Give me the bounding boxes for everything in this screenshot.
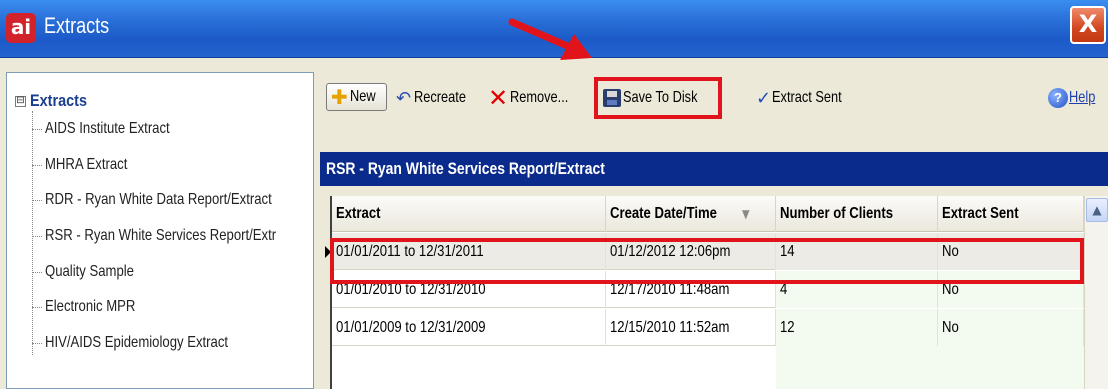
table-row[interactable]: 01/01/2010 to 12/31/2010 12/17/2010 11:4… xyxy=(332,271,1084,308)
table-row[interactable]: 01/01/2009 to 12/31/2009 12/15/2010 11:5… xyxy=(332,309,1084,346)
scroll-up-icon[interactable]: ▲ xyxy=(1086,198,1108,222)
tree-item-aids-institute[interactable]: AIDS Institute Extract xyxy=(32,117,197,141)
save-highlight-box xyxy=(594,77,722,119)
toolbar: ✚ New ↶ Recreate ✕ Remove... Save To Dis… xyxy=(320,72,1108,124)
section-header: RSR - Ryan White Services Report/Extract xyxy=(320,152,1108,186)
table-row[interactable]: 01/01/2011 to 12/31/2011 01/12/2012 12:0… xyxy=(325,233,1084,270)
cell-create-date: 01/12/2012 12:06pm xyxy=(606,233,776,270)
plus-icon: ✚ xyxy=(331,85,348,109)
tree-item-hiv-aids-epidemiology[interactable]: HIV/AIDS Epidemiology Extract xyxy=(32,331,268,355)
cell-clients: 14 xyxy=(776,233,938,270)
tree-item-label: Electronic MPR xyxy=(45,298,136,315)
collapse-icon[interactable]: ⊟ xyxy=(15,95,26,107)
tree-item-rdr[interactable]: RDR - Ryan White Data Report/Extract xyxy=(32,188,322,212)
column-header-extract[interactable]: Extract xyxy=(332,196,606,232)
cell-create-date: 12/15/2010 11:52am xyxy=(606,309,776,346)
window-title: Extracts xyxy=(44,13,110,38)
tree-item-mhra[interactable]: MHRA Extract xyxy=(32,153,145,177)
grid-header: Extract Create Date/Time ▼ Number of Clie… xyxy=(332,196,1084,232)
column-header-number-of-clients[interactable]: Number of Clients xyxy=(776,196,938,232)
tree-item-rsr[interactable]: RSR - Ryan White Services Report/Extr xyxy=(32,224,327,248)
column-header-create-date[interactable]: Create Date/Time ▼ xyxy=(606,196,776,232)
close-button[interactable]: X xyxy=(1070,6,1106,44)
cell-extract-sent: No xyxy=(938,271,1084,308)
tree-root-label[interactable]: Extracts xyxy=(30,91,87,111)
tree-item-label: RSR - Ryan White Services Report/Extr xyxy=(45,227,277,244)
cell-extract-sent: No xyxy=(938,309,1084,346)
extract-tree: ⊟ Extracts AIDS Institute Extract MHRA E… xyxy=(6,72,314,389)
sort-descending-icon: ▼ xyxy=(742,207,751,221)
new-label: New xyxy=(349,88,376,105)
column-header-extract-sent[interactable]: Extract Sent xyxy=(938,196,1084,232)
tree-item-label: Quality Sample xyxy=(45,263,134,280)
tree-item-quality-sample[interactable]: Quality Sample xyxy=(32,260,154,284)
cell-extract: 01/01/2010 to 12/31/2010 xyxy=(332,271,606,308)
new-button[interactable]: ✚ New xyxy=(326,83,387,111)
help-circle-icon: ? xyxy=(1048,88,1068,108)
cell-clients: 4 xyxy=(776,271,938,308)
annotation-arrow xyxy=(508,18,592,60)
extracts-grid: Extract Create Date/Time ▼ Number of Clie… xyxy=(325,196,1108,389)
tree-item-electronic-mpr[interactable]: Electronic MPR xyxy=(32,295,155,319)
extract-sent-button[interactable]: ✓ Extract Sent xyxy=(756,83,859,113)
cell-extract-sent: No xyxy=(938,233,1084,270)
tree-item-label: AIDS Institute Extract xyxy=(45,120,170,137)
undo-arrow-icon: ↶ xyxy=(396,87,412,109)
x-icon: ✕ xyxy=(488,84,509,112)
extract-sent-label: Extract Sent xyxy=(772,89,842,106)
section-title: RSR - Ryan White Services Report/Extract xyxy=(326,159,605,178)
tree-item-label: MHRA Extract xyxy=(45,156,128,173)
remove-button[interactable]: ✕ Remove... xyxy=(488,83,583,113)
tree-root[interactable]: ⊟ Extracts xyxy=(15,91,97,111)
recreate-label: Recreate xyxy=(414,89,467,106)
help-button[interactable]: ? Help xyxy=(1048,83,1102,113)
checkmark-icon: ✓ xyxy=(756,87,772,109)
cell-extract: 01/01/2011 to 12/31/2011 xyxy=(332,233,606,270)
app-logo-icon: ai xyxy=(6,13,36,43)
remove-label: Remove... xyxy=(510,89,569,106)
tree-item-label: HIV/AIDS Epidemiology Extract xyxy=(45,334,229,351)
cell-create-date: 12/17/2010 11:48am xyxy=(606,271,776,308)
recreate-button[interactable]: ↶ Recreate xyxy=(396,83,479,113)
grid-empty-area xyxy=(332,346,1084,389)
vertical-scrollbar[interactable]: ▲ xyxy=(1084,196,1108,389)
tree-item-label: RDR - Ryan White Data Report/Extract xyxy=(45,191,272,208)
cell-clients: 12 xyxy=(776,309,938,346)
help-link[interactable]: Help xyxy=(1069,89,1095,107)
extract-detail-panel: ✚ New ↶ Recreate ✕ Remove... Save To Dis… xyxy=(320,72,1108,389)
cell-extract: 01/01/2009 to 12/31/2009 xyxy=(332,309,606,346)
current-row-indicator-icon xyxy=(325,246,331,258)
